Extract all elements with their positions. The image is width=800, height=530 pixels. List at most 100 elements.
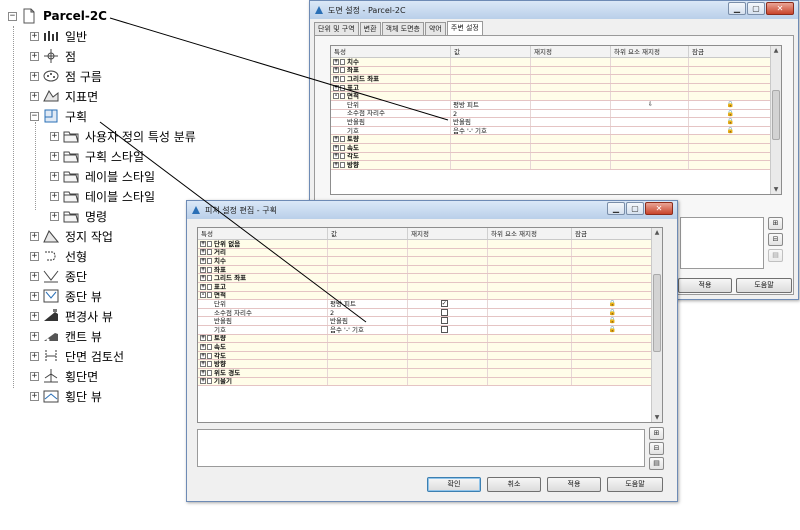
close-button[interactable]: ✕ xyxy=(645,202,673,215)
tree-node[interactable]: + 정지 작업 xyxy=(30,226,113,246)
category-row[interactable]: + 거리 xyxy=(198,248,662,258)
collapse-toggle-icon[interactable]: − xyxy=(8,11,17,21)
settings-grid[interactable]: 특성 값 재지정 하위 요소 재지정 잠금 + 치수 + 좌표 + 그리드 좌표 + 표고 - 면적 단위 평방… xyxy=(330,45,782,195)
column-header[interactable]: 재지정 xyxy=(408,228,488,239)
collapse-toggle-icon[interactable]: - xyxy=(200,292,206,299)
scroll-down-arrow[interactable]: ▼ xyxy=(771,185,781,194)
expand-toggle-icon[interactable]: + xyxy=(30,311,39,321)
tree-node[interactable]: + 선형 xyxy=(30,246,87,266)
tree-node[interactable]: + 점 xyxy=(30,46,76,66)
value-cell[interactable]: 음수 '-' 기호 xyxy=(451,126,531,135)
settings-grid-scrollbar[interactable]: ▲ ▼ xyxy=(651,228,662,422)
tab-0[interactable]: 단위 및 구역 xyxy=(314,22,359,35)
expand-toggle-icon[interactable]: + xyxy=(200,249,206,256)
lock-icon[interactable]: 🔒 xyxy=(574,326,651,334)
value-cell[interactable]: 음수 '-' 기호 xyxy=(328,325,408,334)
expand-toggle-icon[interactable]: + xyxy=(200,369,206,376)
category-row[interactable]: + 속도 xyxy=(331,143,781,153)
minimize-button[interactable]: ▁ xyxy=(607,202,625,215)
override-cell[interactable] xyxy=(408,308,488,317)
column-header[interactable]: 잠금 xyxy=(689,46,771,57)
child-override-cell[interactable] xyxy=(611,109,689,118)
lock-icon[interactable]: 🔒 xyxy=(574,317,651,325)
lock-icon[interactable]: 🔒 xyxy=(691,101,770,109)
expand-toggle-icon[interactable]: + xyxy=(333,144,339,151)
expand-toggle-icon[interactable]: + xyxy=(333,58,339,65)
override-cell[interactable] xyxy=(531,109,611,118)
property-row[interactable]: 기호 음수 '-' 기호 🔒 xyxy=(198,325,662,335)
property-row[interactable]: 반올림 반올림 🔒 xyxy=(331,118,781,127)
expand-all-icon[interactable]: ⊞ xyxy=(768,217,783,230)
tree-node[interactable]: + 캔트 뷰 xyxy=(30,326,102,346)
lock-icon[interactable]: 🔒 xyxy=(574,300,651,308)
expand-toggle-icon[interactable]: + xyxy=(30,31,39,41)
expand-all-icon[interactable]: ⊞ xyxy=(649,427,664,440)
expand-toggle-icon[interactable]: + xyxy=(30,71,39,81)
tree-child-node[interactable]: + 레이블 스타일 xyxy=(50,166,155,186)
lock-icon[interactable]: 🔒 xyxy=(691,110,770,118)
category-row[interactable]: - 면적 xyxy=(331,92,781,101)
expand-toggle-icon[interactable]: + xyxy=(200,283,206,290)
value-cell[interactable]: 반올림 xyxy=(328,317,408,325)
expand-toggle-icon[interactable]: + xyxy=(30,391,39,401)
expand-toggle-icon[interactable]: + xyxy=(200,378,206,385)
expand-toggle-icon[interactable]: + xyxy=(200,343,206,350)
collapse-all-icon[interactable]: ⊟ xyxy=(649,442,664,455)
tree-child-node[interactable]: + 구획 스타일 xyxy=(50,146,144,166)
property-row[interactable]: 반올림 반올림 🔒 xyxy=(198,317,662,326)
override-cell[interactable] xyxy=(531,118,611,126)
expand-toggle-icon[interactable]: + xyxy=(50,171,59,181)
tab-2[interactable]: 객체 도면층 xyxy=(381,22,424,35)
expand-toggle-icon[interactable]: + xyxy=(333,136,339,143)
tab-4[interactable]: 주변 설정 xyxy=(446,21,483,35)
collapse-all-icon[interactable]: ⊟ xyxy=(768,233,783,246)
expand-toggle-icon[interactable]: + xyxy=(50,191,59,201)
tree-node[interactable]: − 구획 xyxy=(30,106,87,126)
expand-toggle-icon[interactable]: + xyxy=(333,153,339,160)
column-header[interactable]: 특성 xyxy=(331,46,451,57)
expand-toggle-icon[interactable]: + xyxy=(50,151,59,161)
maximize-button[interactable]: ▢ xyxy=(626,202,644,215)
tree-node[interactable]: + 일반 xyxy=(30,26,87,46)
properties-icon[interactable]: ▤ xyxy=(649,457,664,470)
column-header[interactable]: 특성 xyxy=(198,228,328,239)
child-override-cell[interactable] xyxy=(488,325,572,334)
lock-icon[interactable]: 🔒 xyxy=(691,118,770,126)
help-button[interactable]: 도움말 xyxy=(736,278,792,293)
expand-toggle-icon[interactable]: + xyxy=(30,351,39,361)
expand-toggle-icon[interactable]: + xyxy=(200,266,206,273)
apply-button[interactable]: 적용 xyxy=(547,477,601,492)
expand-toggle-icon[interactable]: + xyxy=(200,335,206,342)
category-row[interactable]: + 표고 xyxy=(198,282,662,292)
tree-node[interactable]: + 단면 검토선 xyxy=(30,346,124,366)
override-checkbox[interactable] xyxy=(440,308,448,316)
settings-grid[interactable]: 특성 값 재지정 하위 요소 재지정 잠금 + 단위 없음 + 거리 + 치수 + 좌표 + 그리드 좌표 +… xyxy=(197,227,663,423)
category-row[interactable]: + 방향 xyxy=(198,360,662,369)
help-button[interactable]: 도움말 xyxy=(607,477,663,492)
category-row[interactable]: + 각도 xyxy=(331,152,781,162)
column-header[interactable]: 하위 요소 재지정 xyxy=(488,228,572,239)
category-row[interactable]: + 속도 xyxy=(198,343,662,352)
lock-cell[interactable]: 🔒 xyxy=(572,317,652,325)
tab-3[interactable]: 약어 xyxy=(424,22,446,35)
expand-toggle-icon[interactable]: + xyxy=(333,67,339,74)
override-cell[interactable] xyxy=(408,317,488,325)
expand-toggle-icon[interactable]: + xyxy=(200,352,206,359)
tree-child-node[interactable]: + 명령 xyxy=(50,206,107,226)
maximize-button[interactable]: ▢ xyxy=(747,2,765,15)
child-override-cell[interactable] xyxy=(488,308,572,317)
expand-toggle-icon[interactable]: + xyxy=(30,251,39,261)
lock-cell[interactable]: 🔒 xyxy=(572,325,652,334)
expand-toggle-icon[interactable]: + xyxy=(30,291,39,301)
column-header[interactable]: 하위 요소 재지정 xyxy=(611,46,689,57)
expand-toggle-icon[interactable]: + xyxy=(333,75,339,82)
category-row[interactable]: + 방향 xyxy=(331,161,781,170)
properties-icon[interactable]: ▤ xyxy=(768,249,783,262)
scroll-thumb[interactable] xyxy=(653,274,661,352)
child-override-cell[interactable] xyxy=(488,317,572,325)
override-cell[interactable] xyxy=(531,126,611,135)
expand-toggle-icon[interactable]: + xyxy=(200,275,206,282)
category-row[interactable]: + 위도 경도 xyxy=(198,368,662,378)
child-override-cell[interactable] xyxy=(611,126,689,135)
category-row[interactable]: + 토량 xyxy=(331,135,781,144)
